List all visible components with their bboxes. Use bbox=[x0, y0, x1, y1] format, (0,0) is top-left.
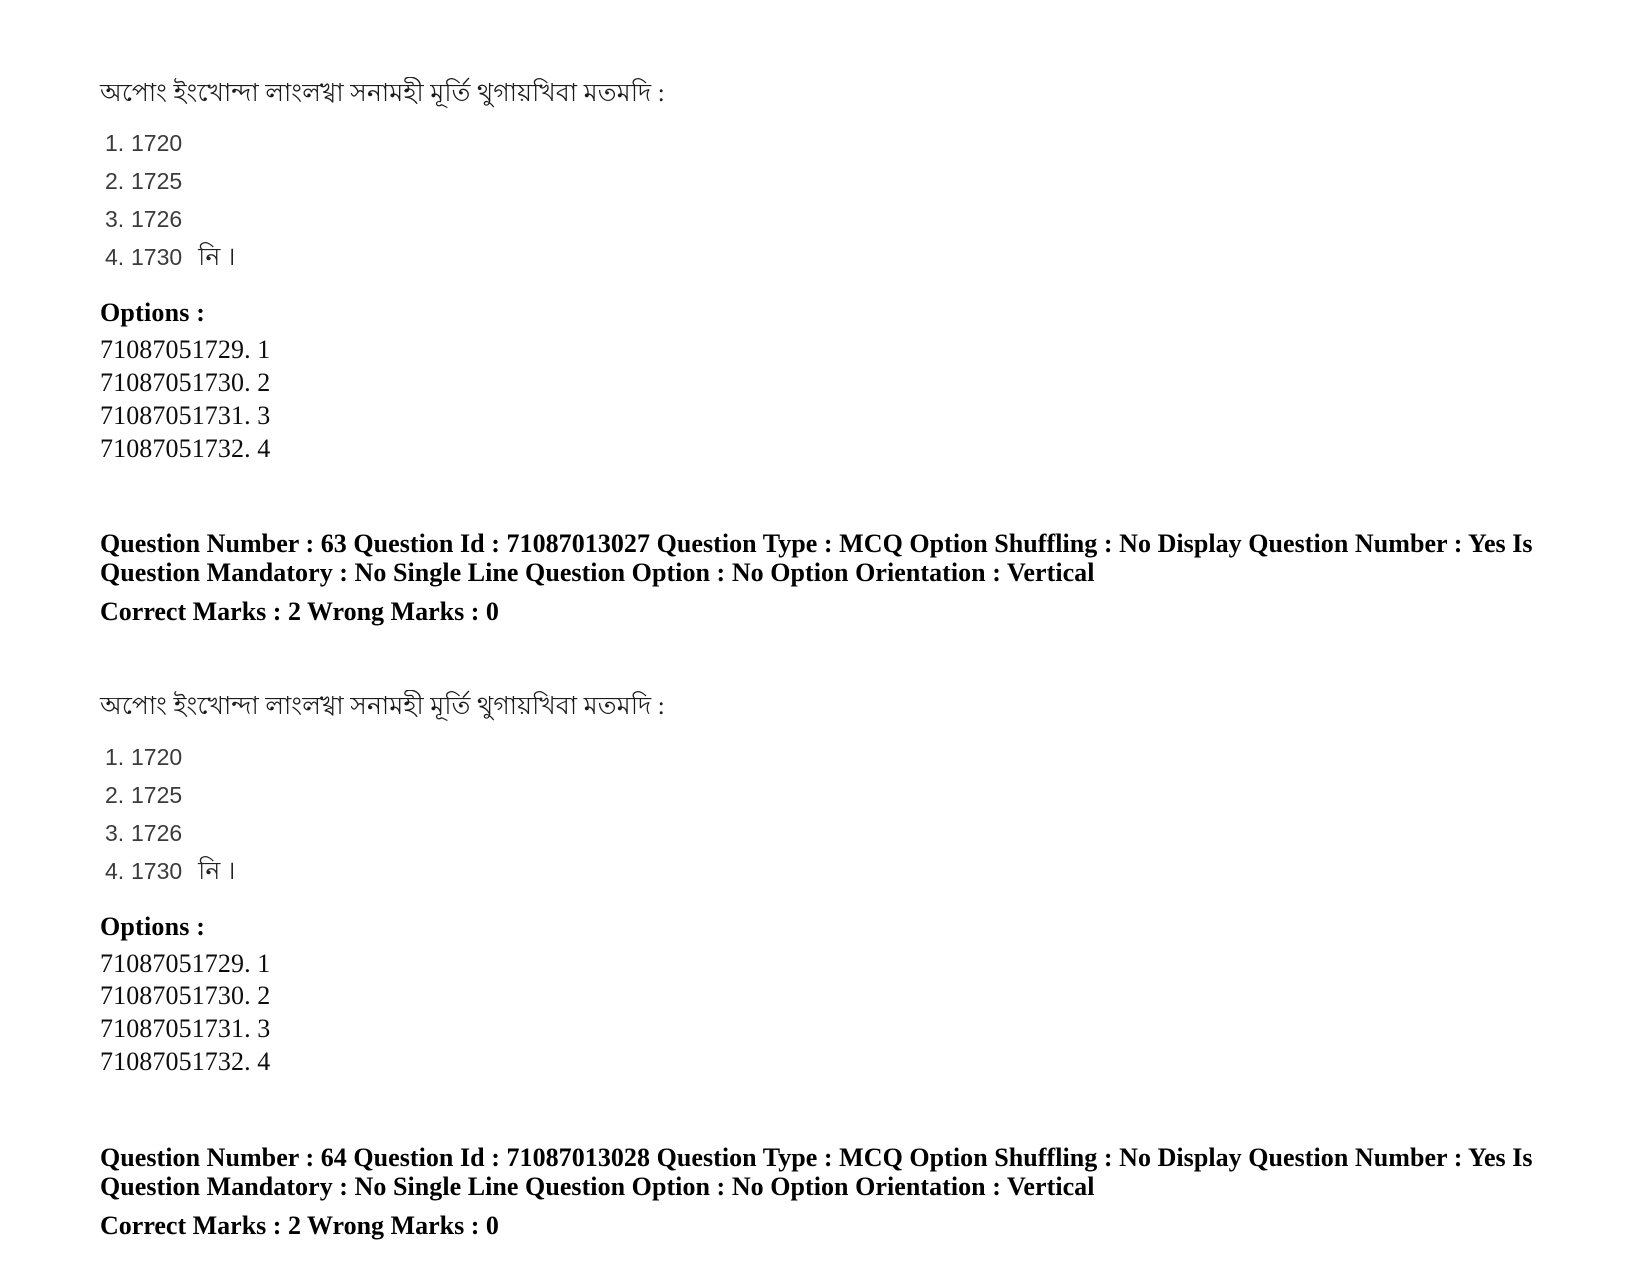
choice-item[interactable]: 3. 1726 bbox=[105, 821, 1560, 846]
choice-number: 1. bbox=[105, 743, 125, 770]
choice-value: 1730 bbox=[131, 857, 183, 884]
choice-number: 2. bbox=[105, 168, 125, 195]
document-page: অপোং ইংখোন্দা লাংলখ্বা সনামহী মূর্তি থুগ… bbox=[0, 0, 1650, 1275]
metadata-marks-64: Correct Marks : 2 Wrong Marks : 0 bbox=[100, 1210, 499, 1240]
choice-value: 1730 bbox=[131, 244, 183, 271]
choice-item[interactable]: 4. 1730 নি । bbox=[105, 859, 1560, 884]
choice-number: 4. bbox=[105, 857, 125, 884]
choice-value: 1726 bbox=[131, 206, 183, 233]
metadata-marks-63: Correct Marks : 2 Wrong Marks : 0 bbox=[100, 597, 499, 627]
question-text: অপোং ইংখোন্দা লাংলখ্বা সনামহী মূর্তি থুগ… bbox=[100, 693, 665, 721]
choice-value: 1720 bbox=[131, 130, 183, 157]
choice-list: 1. 1720 2. 1725 3. 1726 4. 1730 নি । bbox=[105, 131, 1560, 271]
choice-value: 1725 bbox=[131, 781, 183, 808]
choice-item[interactable]: 2. 1725 bbox=[105, 783, 1560, 808]
metadata-line-1: Question Number : 63 Question Id : 71087… bbox=[100, 529, 1533, 559]
metadata-line-2: Question Mandatory : No Single Line Ques… bbox=[100, 1171, 1095, 1201]
choice-item[interactable]: 1. 1720 bbox=[105, 131, 1560, 156]
choice-number: 1. bbox=[105, 130, 125, 157]
page-content: অপোং ইংখোন্দা লাংলখ্বা সনামহী মূর্তি থুগ… bbox=[100, 0, 1560, 1241]
option-id-line: 71087051730. 2 bbox=[100, 368, 271, 397]
question-block-2: অপোং ইংখোন্দা লাংলখ্বা সনামহী মূর্তি থুগ… bbox=[100, 691, 1560, 1078]
choice-item[interactable]: 2. 1725 bbox=[105, 169, 1560, 194]
choice-item[interactable]: 4. 1730 নি । bbox=[105, 245, 1560, 270]
question-text: অপোং ইংখোন্দা লাংলখ্বা সনামহী মূর্তি থুগ… bbox=[100, 80, 665, 107]
metadata-line-2: Question Mandatory : No Single Line Ques… bbox=[100, 558, 1095, 588]
option-id-line: 71087051729. 1 bbox=[100, 948, 271, 978]
choice-value: 1720 bbox=[131, 743, 183, 770]
choice-suffix: নি । bbox=[198, 244, 236, 272]
option-id-line: 71087051732. 4 bbox=[100, 1046, 271, 1076]
option-id-line: 71087051731. 3 bbox=[100, 1014, 271, 1044]
option-id-line: 71087051732. 4 bbox=[100, 433, 271, 463]
option-id-line: 71087051730. 2 bbox=[100, 981, 271, 1011]
choice-item[interactable]: 1. 1720 bbox=[105, 745, 1560, 770]
choice-list: 1. 1720 2. 1725 3. 1726 4. 1730 নি । bbox=[105, 745, 1560, 884]
choice-number: 3. bbox=[105, 206, 125, 233]
choice-value: 1726 bbox=[131, 819, 183, 846]
question-block-1: অপোং ইংখোন্দা লাংলখ্বা সনামহী মূর্তি থুগ… bbox=[100, 78, 1560, 465]
option-id-line: 71087051731. 3 bbox=[100, 400, 271, 430]
choice-number: 4. bbox=[105, 244, 125, 271]
question-metadata-64: Question Number : 64 Question Id : 71087… bbox=[100, 1143, 1560, 1201]
choice-number: 2. bbox=[105, 781, 125, 808]
options-label: Options : bbox=[100, 911, 206, 941]
option-id-line: 71087051729. 1 bbox=[100, 335, 271, 365]
options-label: Options : bbox=[100, 298, 206, 328]
choice-number: 3. bbox=[105, 819, 125, 846]
choice-suffix: নি । bbox=[198, 857, 236, 885]
choice-value: 1725 bbox=[131, 168, 183, 195]
question-metadata-63: Question Number : 63 Question Id : 71087… bbox=[100, 529, 1560, 587]
metadata-line-1: Question Number : 64 Question Id : 71087… bbox=[100, 1142, 1533, 1172]
choice-item[interactable]: 3. 1726 bbox=[105, 207, 1560, 232]
